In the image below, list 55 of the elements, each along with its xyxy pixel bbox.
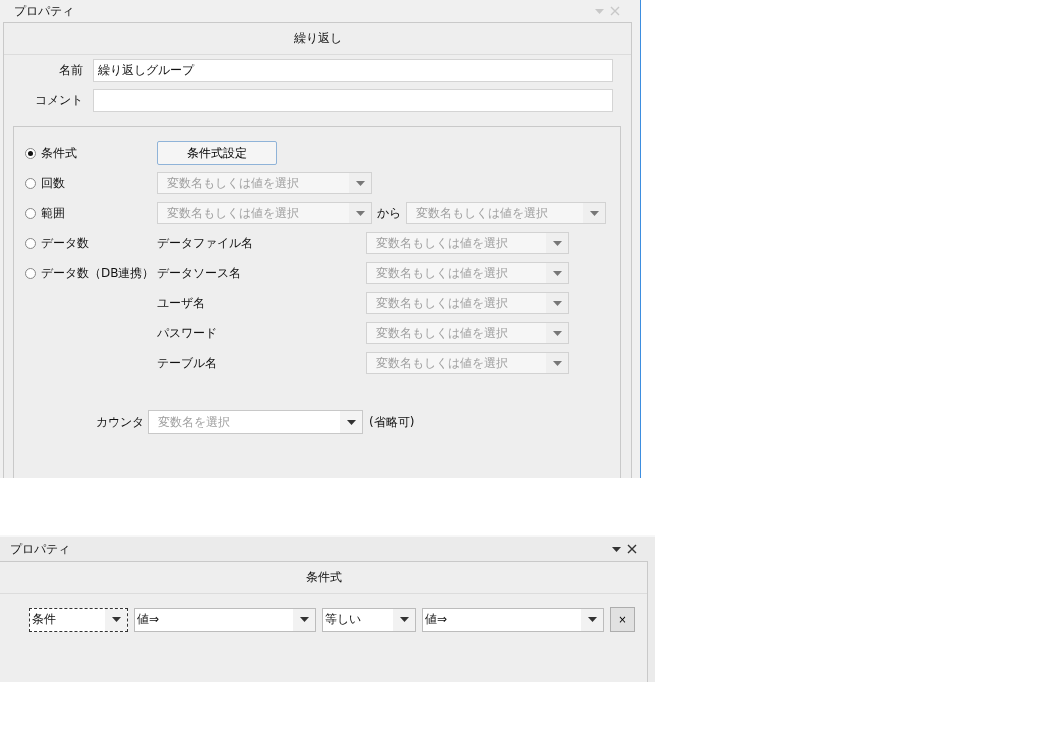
radio-button[interactable] [25,177,36,189]
optional-note: (省略可) [369,413,415,431]
field-label: コメント [34,92,83,109]
radio-button[interactable] [25,237,36,249]
dropdown: 変数名もしくは値を選択 [157,172,372,194]
field-label: 名前 [58,62,83,79]
caret-down-icon [552,240,562,246]
close-icon[interactable] [627,544,637,554]
option-label[interactable]: 回数 [41,174,65,192]
caret-down-icon [587,617,597,622]
panel-title: プロパティ [14,2,74,20]
field-label: データソース名 [157,264,242,282]
field-label: データファイル名 [157,234,254,252]
option-label[interactable]: データ数 [41,234,89,252]
caret-down-icon [111,617,121,622]
dropdown[interactable]: 条件 [29,607,128,632]
panel-title: プロパティ [10,540,70,558]
condition-settings-button[interactable]: 条件式設定 [157,141,277,165]
caret-down-icon [355,210,365,216]
input-field[interactable]: 繰り返しグループ [93,59,613,82]
field-label: テーブル名 [157,354,218,372]
radio-button[interactable] [25,147,36,159]
caret-down-icon [346,419,356,425]
dropdown[interactable]: 値⇒ [134,607,316,632]
dropdown: 変数名もしくは値を選択 [157,202,372,224]
caret-down-icon [552,300,562,306]
input-field[interactable] [93,89,613,112]
option-label[interactable]: 条件式 [41,144,77,162]
radio-button[interactable] [25,267,36,279]
dropdown-icon[interactable] [612,546,621,552]
dropdown: 変数名もしくは値を選択 [366,352,569,374]
caret-down-icon [589,210,599,216]
field-label: ユーザ名 [157,294,206,312]
caret-down-icon [552,360,562,366]
dropdown[interactable]: 等しい [322,607,416,632]
range-label: から [377,204,401,222]
radio-button[interactable] [25,207,36,219]
dropdown: 変数名もしくは値を選択 [366,292,569,314]
field-label: カウンタ [95,413,144,431]
dropdown: 変数名もしくは値を選択 [366,232,569,254]
caret-down-icon [399,617,409,622]
dropdown: 変数名もしくは値を選択 [406,202,606,224]
section-header: 繰り返し [4,23,631,55]
option-label[interactable]: 範囲 [41,204,65,222]
caret-down-icon [552,330,562,336]
section-header: 条件式 [0,562,647,594]
caret-down-icon [355,180,365,186]
remove-button[interactable]: × [610,607,635,632]
caret-down-icon [299,617,309,622]
caret-down-icon [552,270,562,276]
dropdown: 変数名もしくは値を選択 [366,262,569,284]
option-label[interactable]: データ数（DB連携） [41,264,155,282]
dropdown[interactable]: 値⇒ [422,607,604,632]
dropdown: 変数名もしくは値を選択 [366,322,569,344]
field-label: パスワード [157,324,218,342]
